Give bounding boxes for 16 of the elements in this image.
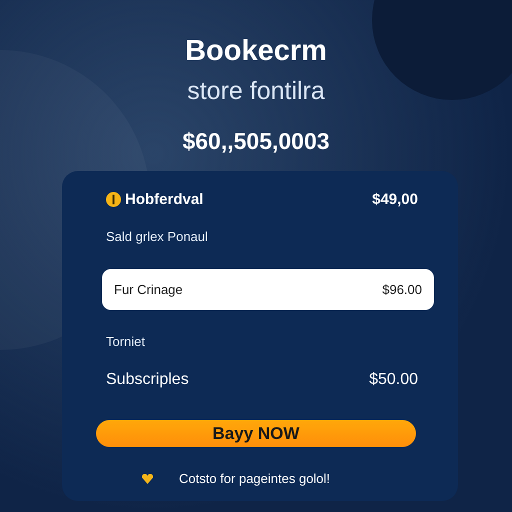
line-price: $50.00: [369, 370, 418, 390]
note-text: Sald grlex Ponaul: [106, 228, 209, 246]
option-price: $96.00: [382, 280, 422, 299]
app-title: Bookecrm: [184, 36, 328, 68]
coin-icon: [106, 192, 121, 208]
item-price: $49,00: [372, 190, 418, 210]
option-row[interactable]: Fur Crinage $96.00: [102, 268, 434, 310]
note-text: Torniet: [106, 333, 146, 352]
option-name: Fur Crinage: [114, 280, 183, 299]
buy-button[interactable]: Bayy NOW: [96, 420, 416, 448]
subtitle: store fontilra: [186, 78, 326, 106]
total-amount: $60,,505,0003: [181, 129, 331, 155]
heart-icon: [142, 474, 153, 484]
item-name: Hobferdval: [125, 190, 204, 210]
footer-text: Cotsto for pageintes golol!: [179, 470, 330, 488]
line-name: Subscriples: [106, 370, 189, 390]
